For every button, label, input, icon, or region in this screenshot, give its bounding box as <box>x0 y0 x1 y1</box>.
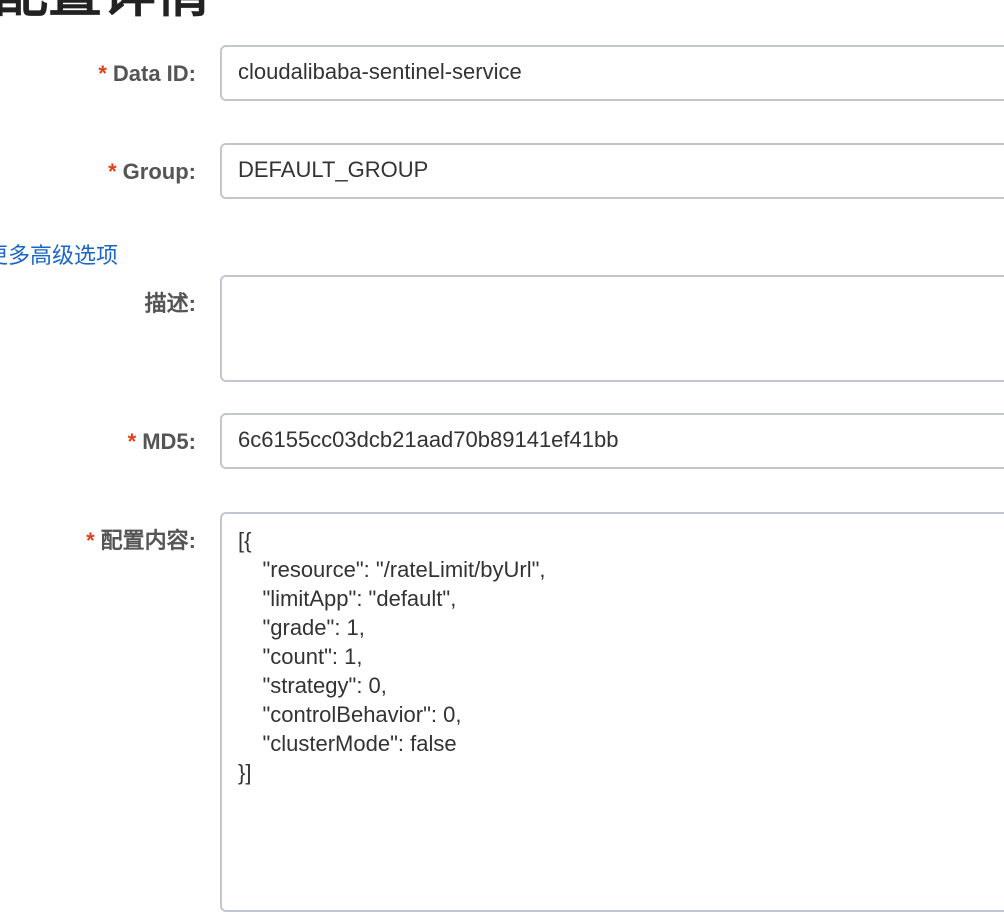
description-label: 描述: <box>145 291 196 317</box>
required-mark: * <box>98 61 107 86</box>
code-line: "grade": 1, <box>238 615 365 640</box>
required-mark: * <box>108 159 117 184</box>
content-label-text: 配置内容: <box>100 528 196 553</box>
description-field[interactable] <box>220 275 1004 382</box>
code-line: "strategy": 0, <box>238 673 387 698</box>
group-label-text: Group: <box>122 159 196 184</box>
md5-field[interactable]: 6c6155cc03dcb21aad70b89141ef41bb <box>220 413 1004 469</box>
code-line: "controlBehavior": 0, <box>238 702 462 727</box>
code-line: }] <box>238 760 252 785</box>
group-label: * Group: <box>108 159 196 185</box>
code-line: [{ <box>238 528 252 553</box>
code-line: "limitApp": "default", <box>238 586 457 611</box>
data-id-field[interactable]: cloudalibaba-sentinel-service <box>220 45 1004 101</box>
required-mark: * <box>86 528 95 553</box>
required-mark: * <box>127 429 137 454</box>
md5-label-text: MD5: <box>142 429 196 454</box>
advanced-options-link[interactable]: 更多高级选项 <box>0 244 118 270</box>
code-line: "clusterMode": false <box>238 731 457 756</box>
code-line: "count": 1, <box>238 644 363 669</box>
md5-label: * MD5: <box>128 429 196 455</box>
description-label-text: 描述: <box>144 291 196 316</box>
code-line: "resource": "/rateLimit/byUrl", <box>238 557 546 582</box>
data-id-label-text: Data ID: <box>112 61 196 86</box>
group-field[interactable]: DEFAULT_GROUP <box>220 143 1004 199</box>
content-label: * 配置内容: <box>86 528 196 554</box>
data-id-label: * Data ID: <box>98 61 196 87</box>
page-title: 配置详情 <box>0 0 210 20</box>
content-editor[interactable]: [{ "resource": "/rateLimit/byUrl", "limi… <box>220 512 1004 912</box>
